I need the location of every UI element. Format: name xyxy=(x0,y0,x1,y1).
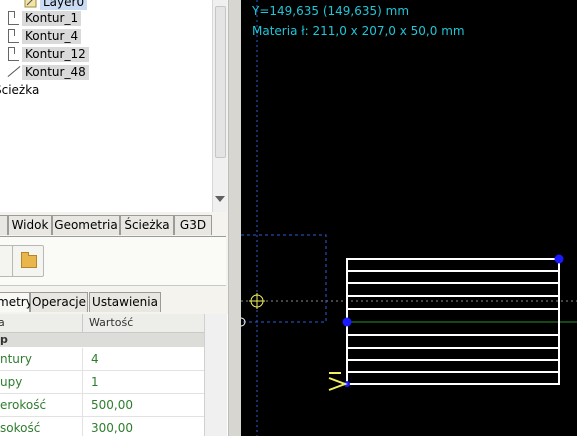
material-size: Materia ł: 211,0 x 207,0 x 50,0 mm xyxy=(252,24,465,38)
table-row[interactable]: upy 1 xyxy=(0,371,204,394)
folder-icon xyxy=(21,252,37,268)
layer-icon xyxy=(22,0,40,10)
tab-widok[interactable]: Widok xyxy=(8,215,52,235)
properties-table: a Wartość p ntury 4 upy 1 erokość 500,00… xyxy=(0,314,228,436)
drawing-canvas[interactable]: Y=149,635 (149,635) mm Materia ł: 211,0 … xyxy=(241,0,577,436)
left-panel: Layer0 Kontur_1 Kontur_4 Kontur_12 Kontu… xyxy=(0,0,228,436)
toolbar xyxy=(0,236,226,286)
tab-operacje[interactable]: Operacje xyxy=(30,292,88,312)
scrollbar-thumb[interactable] xyxy=(215,6,226,158)
tree-item-kontur-1[interactable]: Kontur_1 xyxy=(4,10,82,26)
tree-scrollbar[interactable] xyxy=(212,0,227,212)
column-name-header[interactable]: a xyxy=(0,316,5,329)
object-tree[interactable]: Layer0 Kontur_1 Kontur_4 Kontur_12 Kontu… xyxy=(0,0,212,212)
material-outline xyxy=(241,234,327,323)
contour-icon xyxy=(4,46,22,62)
tree-item-label: Kontur_12 xyxy=(22,46,89,62)
tab-geometria[interactable]: Geometria xyxy=(52,215,120,235)
scroll-down-icon[interactable] xyxy=(215,196,225,202)
handle-point xyxy=(342,317,352,327)
tree-item-path[interactable]: Ścieżka xyxy=(0,83,39,97)
handle-point xyxy=(554,254,564,264)
tab-g3d[interactable]: G3D xyxy=(174,215,212,235)
tree-item-label: Layer0 xyxy=(40,0,88,10)
tab-ustawienia[interactable]: Ustawienia xyxy=(89,292,161,312)
table-row[interactable]: sokość 300,00 xyxy=(0,417,204,436)
tree-item-label: Kontur_1 xyxy=(22,10,82,26)
table-row[interactable]: erokość 500,00 xyxy=(0,394,204,417)
line-icon xyxy=(4,64,22,80)
tab-parametry[interactable]: metry xyxy=(0,292,33,312)
tree-item-kontur-12[interactable]: Kontur_12 xyxy=(4,46,89,62)
coordinate-readout: Y=149,635 (149,635) mm xyxy=(252,4,410,18)
group-row[interactable]: p xyxy=(0,333,204,347)
column-value-header[interactable]: Wartość xyxy=(89,316,133,329)
tree-item-label: Kontur_4 xyxy=(22,28,82,44)
table-row[interactable]: ntury 4 xyxy=(0,348,204,371)
contour-icon xyxy=(4,10,22,26)
table-header: a Wartość xyxy=(0,314,204,333)
origin-crosshair-icon xyxy=(249,293,265,309)
tree-item-label: Kontur_48 xyxy=(22,64,89,80)
tree-item-kontur-4[interactable]: Kontur_4 xyxy=(4,28,82,44)
tab-sciezka[interactable]: Ścieżka xyxy=(120,215,174,235)
open-button[interactable] xyxy=(12,245,44,277)
canvas-drawing xyxy=(241,0,577,436)
tab-partial[interactable] xyxy=(0,215,8,235)
tree-item-kontur-48[interactable]: Kontur_48 xyxy=(4,64,89,80)
contour-icon xyxy=(4,28,22,44)
table-scrollbar[interactable] xyxy=(204,314,227,436)
tree-item-layer0[interactable]: Layer0 xyxy=(22,0,88,10)
